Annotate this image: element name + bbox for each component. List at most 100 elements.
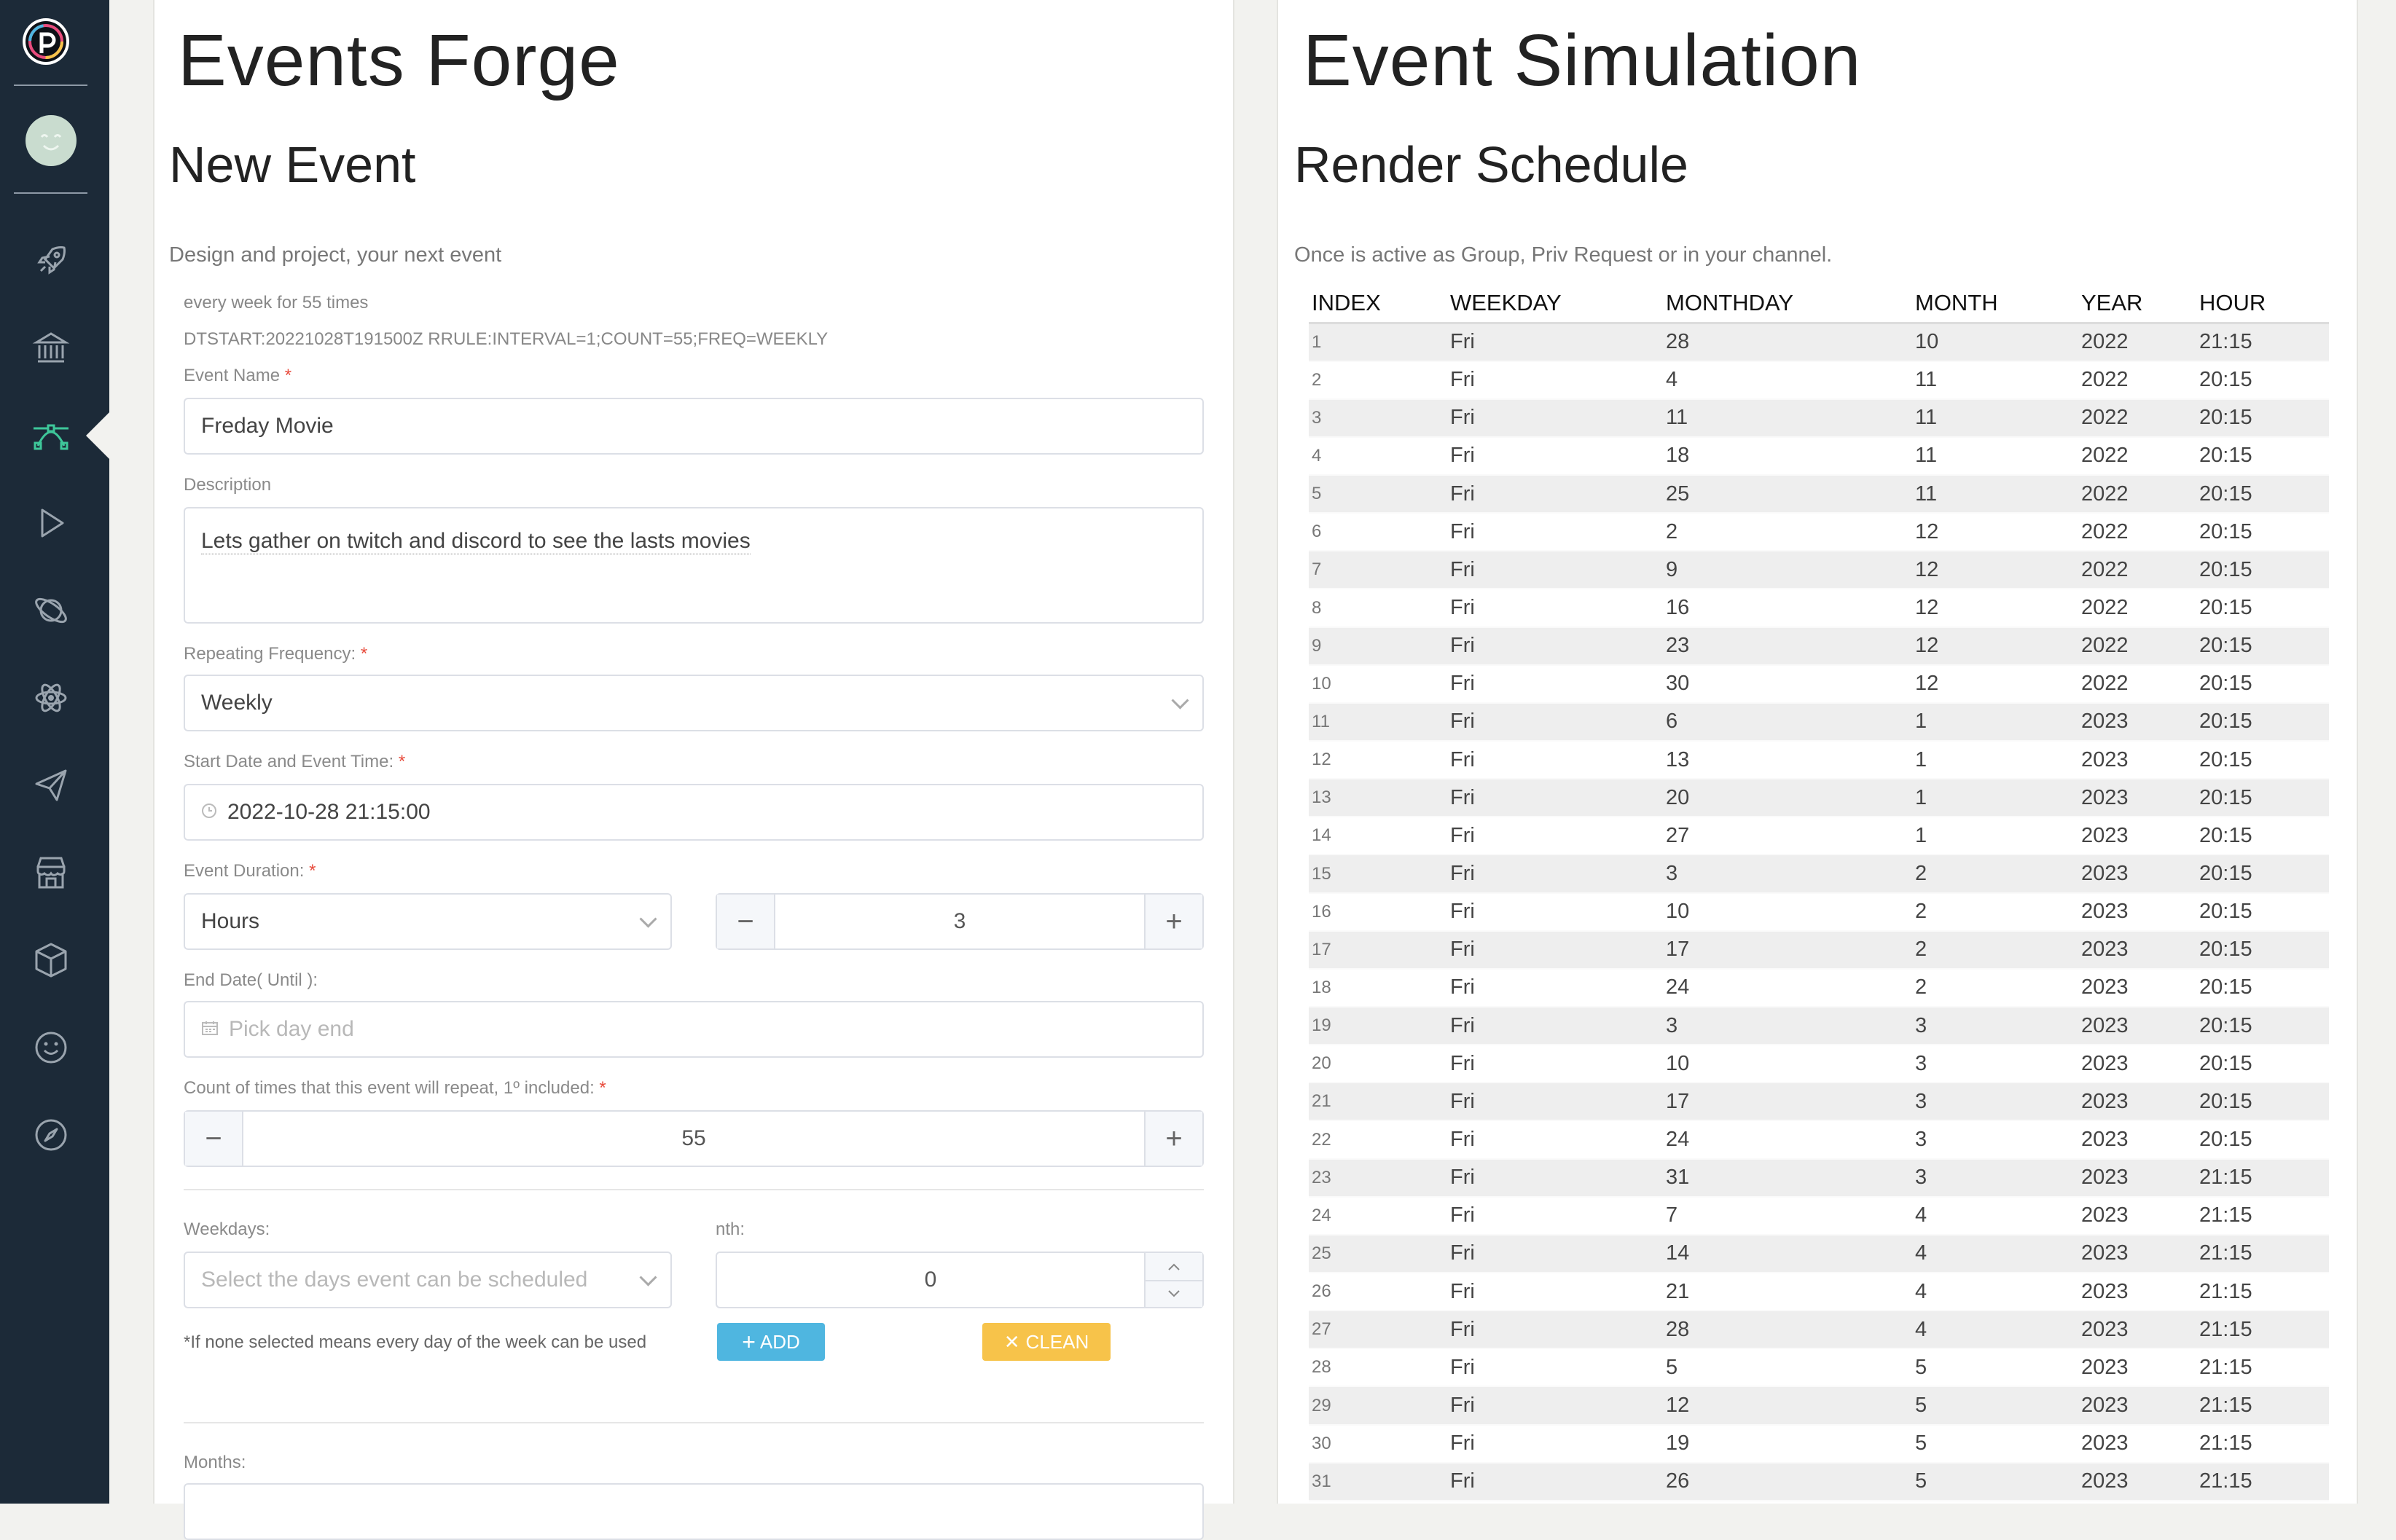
bezier-icon[interactable] — [31, 415, 71, 456]
duration-value[interactable]: 3 — [775, 895, 1144, 948]
end-date-picker[interactable]: Pick day end — [184, 1001, 1204, 1058]
table-cell: 5 — [1915, 1355, 1927, 1379]
description-label: Description — [184, 475, 272, 495]
planet-icon[interactable] — [31, 590, 71, 631]
table-cell: Fri — [1450, 1279, 1475, 1303]
schedule-title: Render Schedule — [1294, 136, 1688, 193]
table-cell: 2023 — [2081, 1431, 2129, 1455]
count-value[interactable]: 55 — [243, 1112, 1144, 1166]
table-cell: 2023 — [2081, 1279, 2129, 1303]
table-cell: 11 — [1912, 475, 2078, 514]
column-header-month: MONTH — [1915, 290, 1998, 315]
table-cell: 11 — [1912, 398, 2078, 437]
table-row: 16 Fri 10 2 2023 20:15 — [1309, 893, 2329, 931]
play-icon[interactable] — [31, 503, 71, 543]
table-cell: 4 — [1312, 445, 1322, 465]
table-cell: 24 — [1666, 1128, 1690, 1152]
frequency-select[interactable]: Weekly — [184, 675, 1204, 731]
table-cell: 2023 — [2078, 702, 2196, 742]
table-cell: 2023 — [2078, 1234, 2196, 1273]
table-row: 1 Fri 28 10 2022 21:15 — [1309, 323, 2329, 361]
event-name-label: Event Name * — [184, 366, 292, 385]
table-cell: 19 — [1309, 1007, 1447, 1045]
nth-stepper: 0 — [716, 1252, 1204, 1308]
start-date-picker[interactable]: 2022-10-28 21:15:00 — [184, 784, 1204, 841]
divider — [184, 1422, 1204, 1423]
table-cell: 12 — [1912, 551, 2078, 589]
table-cell: 1 — [1915, 747, 1927, 771]
table-cell: 15 — [1309, 855, 1447, 893]
chevron-down-icon — [639, 1268, 657, 1286]
table-row: 21 Fri 17 3 2023 20:15 — [1309, 1083, 2329, 1121]
table-cell: 20:15 — [2199, 596, 2252, 620]
table-cell: 20:15 — [2199, 1051, 2252, 1075]
table-row: 22 Fri 24 3 2023 20:15 — [1309, 1120, 2329, 1159]
table-cell: 20:15 — [2199, 975, 2252, 999]
table-cell: 2 — [1312, 369, 1322, 390]
table-cell: 5 — [1309, 475, 1447, 514]
store-icon[interactable] — [31, 852, 71, 893]
active-indicator — [86, 412, 109, 459]
column-header-monthday: MONTHDAY — [1666, 290, 1794, 315]
chevron-up-icon[interactable] — [1146, 1253, 1202, 1281]
table-cell: 21:15 — [2199, 1203, 2252, 1227]
weekdays-select[interactable]: Select the days event can be scheduled — [184, 1252, 672, 1308]
table-cell: 20:15 — [2196, 626, 2329, 665]
table-row: 29 Fri 12 5 2023 21:15 — [1309, 1386, 2329, 1425]
smile-icon[interactable] — [31, 1027, 71, 1068]
rrule-string: DTSTART:20221028T191500Z RRULE:INTERVAL=… — [184, 329, 829, 349]
table-cell: 20 — [1312, 1053, 1331, 1074]
table-cell: 22 — [1312, 1129, 1331, 1150]
table-cell: 2023 — [2078, 1007, 2196, 1045]
bank-icon[interactable] — [31, 328, 71, 369]
duration-stepper: − 3 + — [716, 893, 1204, 950]
table-cell: 2023 — [2078, 930, 2196, 969]
section-title: New Event — [169, 136, 416, 193]
clean-button[interactable]: ✕ CLEAN — [982, 1323, 1111, 1361]
duration-decrement-button[interactable]: − — [717, 895, 775, 948]
table-cell: 2022 — [2081, 444, 2129, 468]
rocket-icon[interactable] — [31, 240, 71, 281]
table-cell: 12 — [1915, 519, 1939, 543]
table-cell: 11 — [1663, 398, 1912, 437]
table-row: 8 Fri 16 12 2022 20:15 — [1309, 589, 2329, 627]
avatar[interactable] — [26, 115, 77, 166]
app-logo[interactable] — [23, 18, 69, 65]
count-decrement-button[interactable]: − — [185, 1112, 243, 1166]
table-cell: 4 — [1912, 1234, 2078, 1273]
sidebar-divider — [14, 192, 87, 194]
table-cell: 20:15 — [2199, 747, 2252, 771]
table-cell: 20:15 — [2196, 1083, 2329, 1121]
table-cell: Fri — [1447, 1462, 1663, 1501]
compass-icon[interactable] — [31, 1115, 71, 1155]
event-name-input[interactable]: Freday Movie — [184, 398, 1204, 455]
table-cell: Fri — [1447, 323, 1663, 361]
table-cell: 20:15 — [2196, 930, 2329, 969]
send-icon[interactable] — [31, 765, 71, 806]
table-row: 17 Fri 17 2 2023 20:15 — [1309, 930, 2329, 969]
count-increment-button[interactable]: + — [1144, 1112, 1202, 1166]
duration-unit-select[interactable]: Hours — [184, 893, 672, 950]
table-cell: 20:15 — [2196, 702, 2329, 742]
table-row: 25 Fri 14 4 2023 21:15 — [1309, 1234, 2329, 1273]
atom-icon[interactable] — [31, 677, 71, 718]
add-button[interactable]: + ADD — [717, 1323, 825, 1361]
box-icon[interactable] — [31, 940, 71, 981]
months-select[interactable] — [184, 1483, 1204, 1540]
table-row: 30 Fri 19 5 2023 21:15 — [1309, 1425, 2329, 1463]
table-cell: 1 — [1309, 323, 1447, 361]
table-row: 3 Fri 11 11 2022 20:15 — [1309, 398, 2329, 437]
table-row: 7 Fri 9 12 2022 20:15 — [1309, 551, 2329, 589]
table-cell: 17 — [1309, 930, 1447, 969]
table-cell: 20:15 — [2196, 779, 2329, 817]
schedule-table: INDEX WEEKDAY MONTHDAY MONTH YEAR HOUR 1 Fri 28… — [1309, 284, 2329, 1501]
nth-value[interactable]: 0 — [717, 1253, 1144, 1307]
table-cell: Fri — [1447, 626, 1663, 665]
table-cell: 2023 — [2078, 1083, 2196, 1121]
description-textarea[interactable]: Lets gather on twitch and discord to see… — [184, 507, 1204, 624]
duration-increment-button[interactable]: + — [1144, 895, 1202, 948]
table-cell: 3 — [1915, 1128, 1927, 1152]
table-cell: 17 — [1663, 1083, 1912, 1121]
chevron-down-icon[interactable] — [1146, 1280, 1202, 1307]
table-row: 5 Fri 25 11 2022 20:15 — [1309, 475, 2329, 514]
